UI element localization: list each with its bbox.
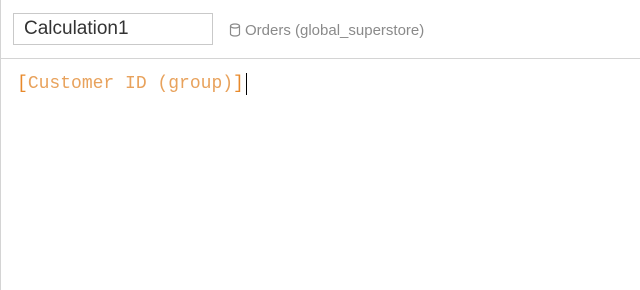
calculation-header: Orders (global_superstore): [1, 0, 640, 59]
text-cursor: [245, 73, 247, 95]
formula-field-reference: Customer ID (group): [27, 74, 234, 94]
calculation-editor-window: Orders (global_superstore) [Customer ID …: [0, 0, 640, 290]
database-icon: [229, 23, 241, 37]
formula-open-bracket: [: [17, 74, 28, 94]
formula-close-bracket: ]: [233, 74, 244, 94]
formula-editor[interactable]: [Customer ID (group)]: [17, 72, 247, 96]
calculation-name-input[interactable]: [13, 13, 213, 45]
datasource-label: Orders (global_superstore): [229, 20, 424, 40]
datasource-name: Orders (global_superstore): [245, 21, 425, 39]
